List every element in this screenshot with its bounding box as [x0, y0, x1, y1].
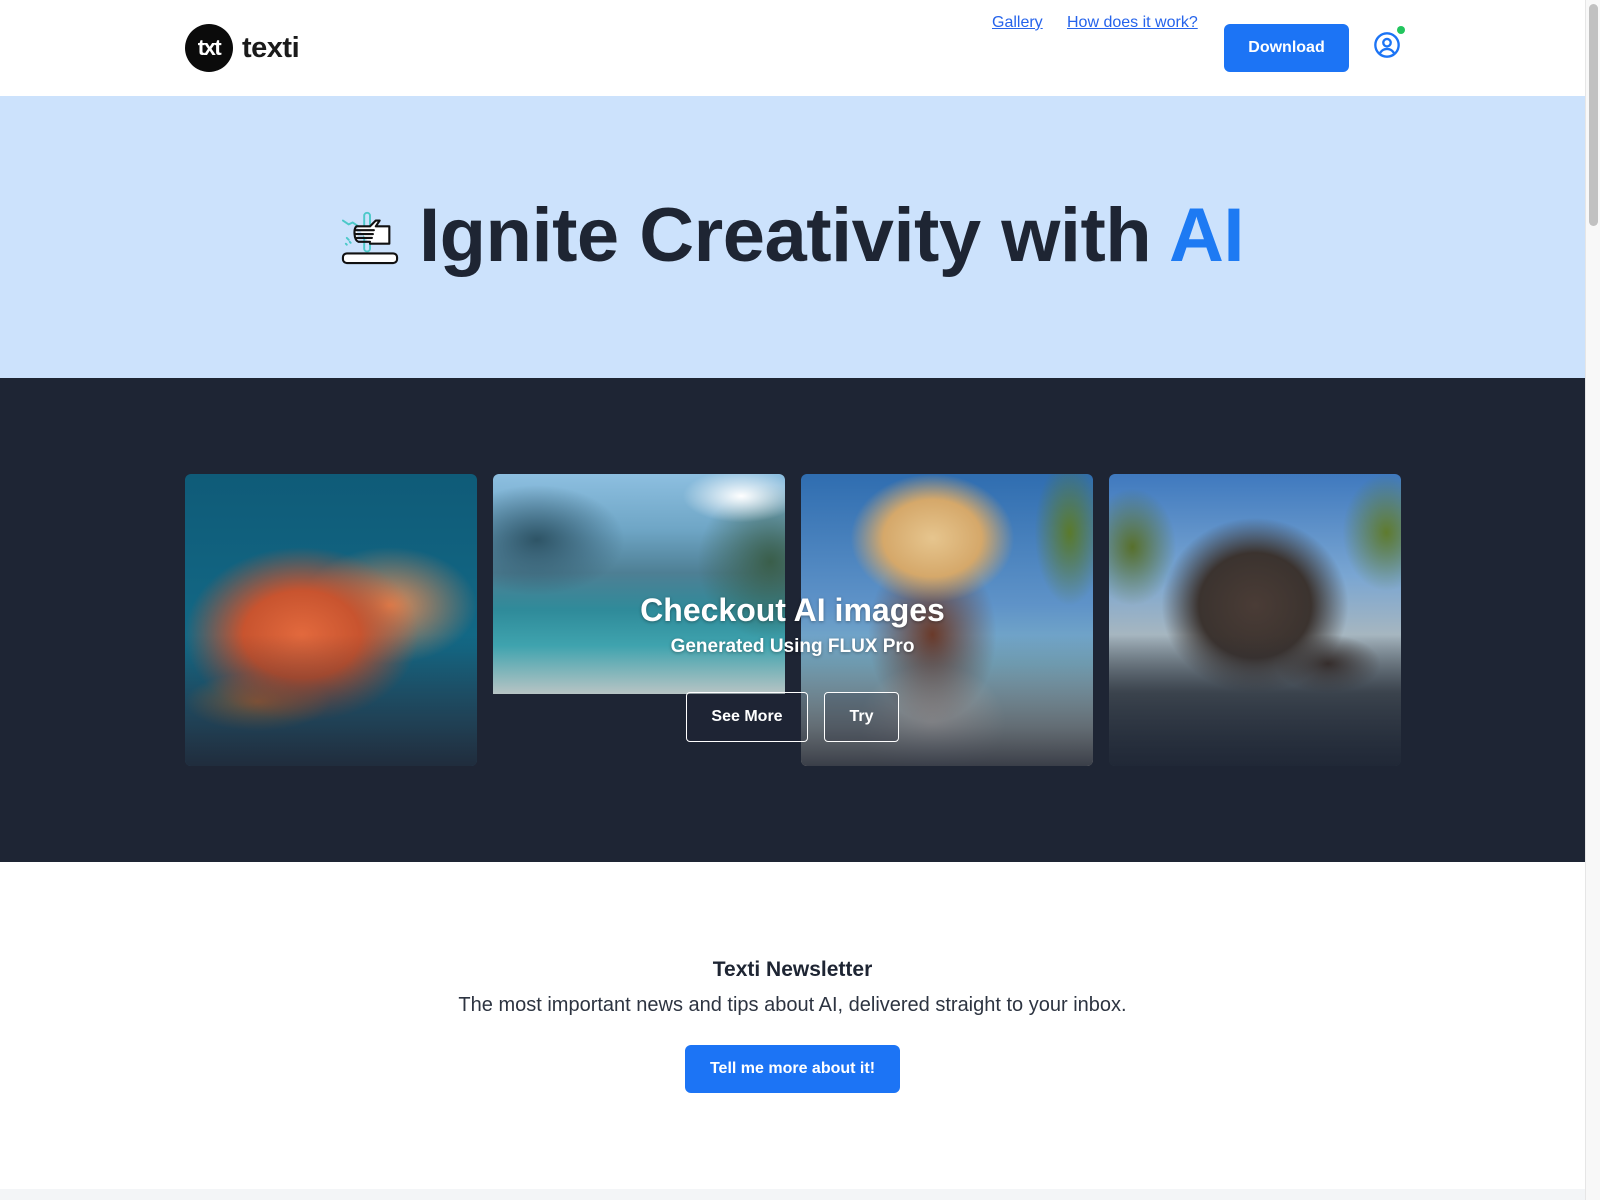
hero-title-main: Ignite Creativity with: [418, 193, 1170, 278]
gallery-actions: See More Try: [0, 692, 1585, 742]
newsletter-title: Texti Newsletter: [712, 958, 873, 981]
nav-gallery-link[interactable]: Gallery: [992, 14, 1043, 32]
hero-section: Ignite Creativity with AI: [0, 96, 1585, 378]
newsletter-description: The most important news and tips about A…: [458, 994, 1127, 1016]
online-status-dot: [1397, 26, 1405, 34]
scrollbar-thumb[interactable]: [1589, 4, 1598, 226]
gallery-image-mountain-lake[interactable]: [493, 474, 785, 694]
see-more-button[interactable]: See More: [686, 692, 808, 742]
hand-hologram-icon: [341, 211, 399, 264]
user-circle-icon: [1374, 32, 1400, 58]
page-scrollbar[interactable]: [1585, 0, 1600, 1200]
logo-text: texti: [242, 31, 300, 64]
logo-mark: txt: [185, 24, 233, 72]
site-header: txt texti Gallery How does it work? Down…: [0, 0, 1585, 96]
logo-link[interactable]: txt texti: [185, 24, 300, 72]
download-button[interactable]: Download: [1224, 24, 1349, 72]
try-button[interactable]: Try: [824, 692, 899, 742]
account-button[interactable]: [1373, 31, 1403, 61]
footer-strip: [0, 1189, 1585, 1200]
hero-title-accent: AI: [1169, 193, 1245, 278]
nav-how-it-works-link[interactable]: How does it work?: [1067, 14, 1198, 32]
gallery-section: Checkout AI images Generated Using FLUX …: [0, 378, 1585, 862]
page: txt texti Gallery How does it work? Down…: [0, 0, 1585, 1200]
newsletter-button[interactable]: Tell me more about it!: [685, 1045, 900, 1093]
hero-title: Ignite Creativity with AI: [418, 192, 1245, 279]
newsletter-section: Texti Newsletter The most important news…: [0, 862, 1585, 1189]
